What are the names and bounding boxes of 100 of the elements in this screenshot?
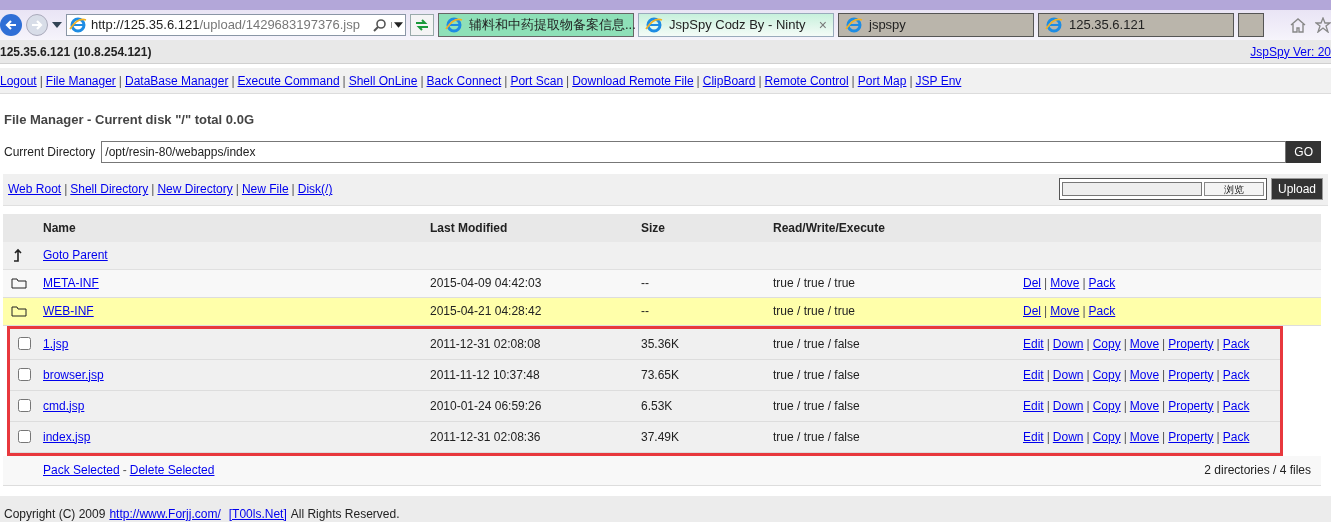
action-link[interactable]: Pack [1088, 302, 1116, 320]
refresh-icon[interactable] [410, 14, 434, 36]
action-link[interactable]: Property [1168, 396, 1214, 415]
dropdown-icon[interactable] [52, 22, 62, 28]
nav-link[interactable]: Shell OnLine [348, 71, 418, 90]
toolbar-link[interactable]: New File [241, 180, 289, 198]
copyright-text: Copyright (C) 2009 [4, 506, 106, 522]
version-link[interactable]: JspSpy Ver: 20 [1250, 42, 1331, 61]
footer-link[interactable]: Pack Selected [43, 461, 120, 479]
separator: | [503, 72, 509, 90]
back-icon[interactable] [0, 14, 22, 36]
separator: | [1161, 335, 1167, 353]
nav-link[interactable]: Port Scan [510, 71, 564, 90]
action-link[interactable]: Move [1129, 334, 1160, 353]
row-checkbox[interactable] [18, 399, 31, 412]
action-link[interactable]: Move [1129, 365, 1160, 384]
nav-link[interactable]: Execute Command [237, 71, 340, 90]
action-link[interactable]: Copy [1092, 427, 1121, 446]
file-input[interactable]: 浏览 [1058, 178, 1267, 200]
file-link[interactable]: WEB-INF [43, 304, 94, 318]
row-checkbox[interactable] [18, 337, 31, 350]
action-link[interactable]: Copy [1092, 365, 1121, 384]
action-link[interactable]: Edit [1023, 365, 1044, 384]
toolbar-link[interactable]: Shell Directory [70, 180, 149, 198]
action-link[interactable]: Pack [1222, 365, 1250, 384]
action-link[interactable]: Move [1129, 427, 1160, 446]
action-link[interactable]: Copy [1092, 396, 1121, 415]
directory-field[interactable]: /opt/resin-80/webapps/index [101, 140, 1287, 163]
file-link[interactable]: 1.jsp [43, 336, 69, 351]
url-text: http://125.35.6.121/upload/1429683197376.jsp [91, 16, 361, 35]
nav-link[interactable]: Remote Control [764, 71, 849, 90]
star-icon[interactable] [1315, 17, 1331, 33]
nav-link[interactable]: JSP Env [915, 71, 962, 90]
file-link[interactable]: META-INF [43, 276, 99, 290]
action-link[interactable]: Pack [1088, 274, 1116, 292]
action-link[interactable]: Del [1023, 302, 1041, 320]
action-link[interactable]: Edit [1023, 334, 1044, 353]
file-link[interactable]: index.jsp [43, 429, 91, 444]
action-link[interactable]: Property [1168, 365, 1214, 384]
action-link[interactable]: Move [1050, 302, 1080, 320]
action-link[interactable]: Down [1052, 365, 1084, 384]
separator: | [1161, 366, 1167, 384]
file-link[interactable]: browser.jsp [43, 367, 104, 382]
address-bar[interactable]: http://125.35.6.121/upload/1429683197376.jsp [66, 14, 406, 36]
separator: - [121, 462, 128, 479]
action-link[interactable]: Down [1052, 334, 1084, 353]
nav-link[interactable]: Logout [0, 71, 37, 90]
nav-link[interactable]: DataBase Manager [125, 71, 229, 90]
site-link[interactable]: http://www.Forjj.com/ [109, 505, 221, 522]
action-link[interactable]: Pack [1222, 396, 1250, 415]
action-link[interactable]: Move [1050, 274, 1080, 292]
action-link[interactable]: Pack [1222, 334, 1250, 353]
browser-tab[interactable]: 辅料和中药提取物备案信息... [438, 13, 634, 37]
go-button[interactable]: GO [1286, 140, 1321, 163]
table-cell-text: 73.65K [641, 366, 681, 384]
table-cell-text: -- [641, 303, 650, 320]
nav-link[interactable]: Port Map [857, 71, 907, 90]
nav-link[interactable]: Download Remote File [572, 71, 694, 90]
dropdown-icon[interactable] [391, 22, 403, 28]
separator: | [1085, 428, 1091, 446]
toolbar-link[interactable]: Disk(/) [297, 180, 333, 198]
browser-tab[interactable]: 125.35.6.121 [1038, 13, 1234, 37]
toolbar-link[interactable]: Web Root [8, 180, 62, 198]
footer-link[interactable]: Delete Selected [129, 461, 215, 479]
row-checkbox[interactable] [18, 368, 31, 381]
action-link[interactable]: Pack [1222, 427, 1250, 446]
separator: | [1215, 335, 1221, 353]
separator: | [1122, 428, 1128, 446]
action-link[interactable]: Property [1168, 427, 1214, 446]
nav-link[interactable]: Back Connect [426, 71, 502, 90]
separator: | [1085, 335, 1091, 353]
action-link[interactable]: Move [1129, 396, 1160, 415]
toolbar-link[interactable]: New Directory [157, 180, 233, 198]
parent-arrow-icon [13, 248, 23, 262]
nav-link[interactable]: File Manager [45, 71, 116, 90]
browser-tab[interactable]: jspspy [838, 13, 1034, 37]
upload-button[interactable]: Upload [1270, 178, 1323, 200]
browser-tab[interactable]: JspSpy Codz By - Ninty × [638, 13, 834, 37]
row-checkbox[interactable] [18, 430, 31, 443]
home-icon[interactable] [1289, 17, 1307, 33]
nav-link[interactable]: ClipBoard [702, 71, 756, 90]
table-cell-text: true / true / false [773, 335, 861, 353]
table-cell-text: 6.53K [641, 397, 674, 415]
site-link[interactable]: [T00ls.Net] [228, 505, 287, 522]
field-label: Current Directory [4, 143, 96, 161]
action-link[interactable]: Down [1052, 396, 1084, 415]
action-link[interactable]: Edit [1023, 427, 1044, 446]
separator: | [1045, 428, 1051, 446]
action-link[interactable]: Del [1023, 274, 1041, 292]
action-link[interactable]: Down [1052, 427, 1084, 446]
parent-link[interactable]: Goto Parent [43, 248, 108, 262]
table-cell-text: true / true / false [773, 397, 861, 415]
close-icon[interactable]: × [818, 14, 827, 36]
search-icon[interactable] [373, 18, 387, 32]
new-tab-button[interactable] [1238, 13, 1264, 37]
action-link[interactable]: Edit [1023, 396, 1044, 415]
table-cell-text: true / true / true [773, 303, 857, 320]
action-link[interactable]: Property [1168, 334, 1214, 353]
action-link[interactable]: Copy [1092, 334, 1121, 353]
file-link[interactable]: cmd.jsp [43, 398, 85, 413]
